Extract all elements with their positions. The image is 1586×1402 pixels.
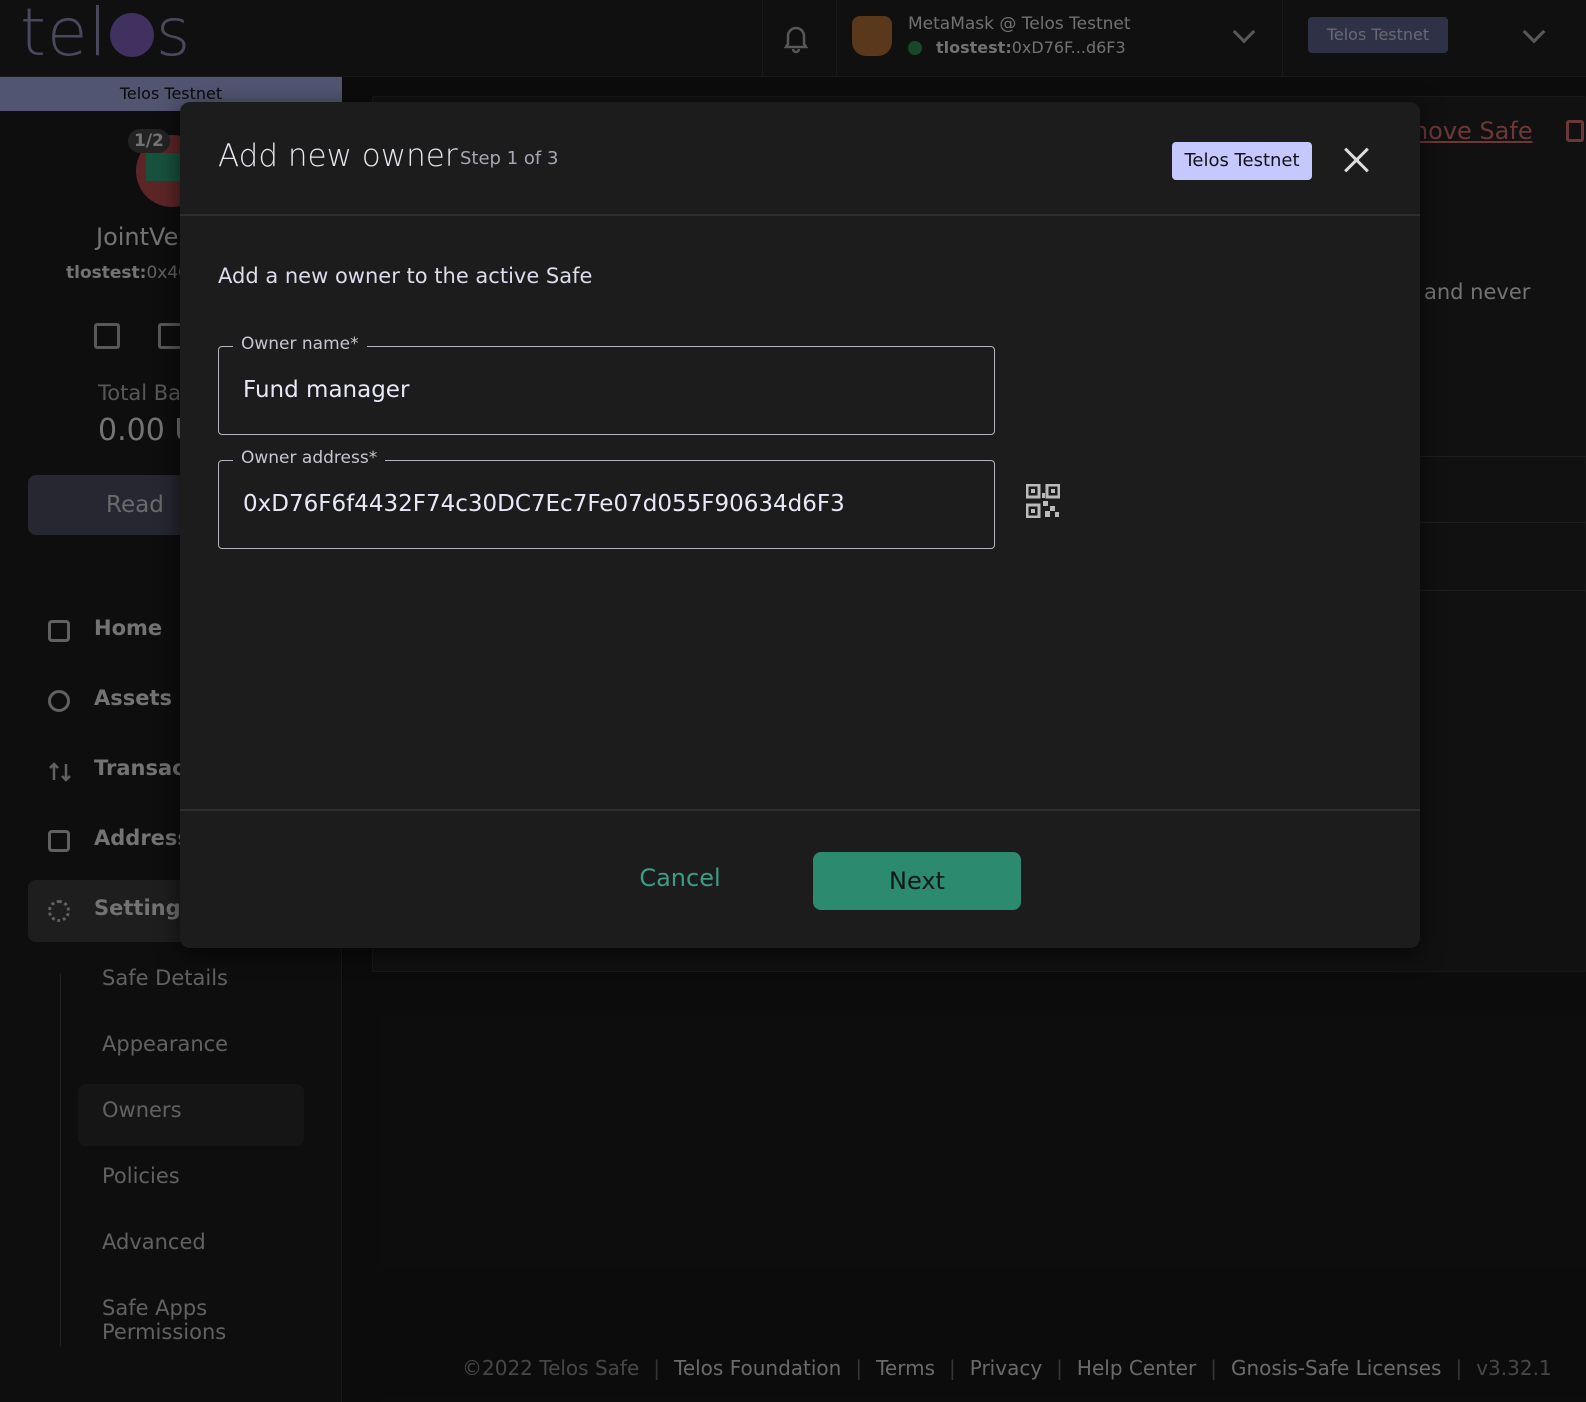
add-owner-modal: Add new owner Step 1 of 3 Telos Testnet … [180, 102, 1420, 948]
owner-name-label: Owner name* [233, 334, 367, 354]
owner-name-field: Owner name* [218, 334, 995, 435]
owner-address-input[interactable] [243, 487, 973, 521]
owner-name-input[interactable] [243, 373, 973, 407]
cancel-button[interactable]: Cancel [618, 850, 742, 906]
network-chip: Telos Testnet [1172, 142, 1312, 180]
modal-step: Step 1 of 3 [460, 148, 559, 169]
owner-address-label: Owner address* [233, 448, 386, 468]
modal-title: Add new owner [218, 138, 458, 174]
qr-scan-icon[interactable] [1025, 483, 1061, 519]
modal-header-divider [180, 214, 1420, 216]
close-icon[interactable] [1338, 142, 1374, 178]
next-button[interactable]: Next [813, 852, 1021, 910]
owner-address-field: Owner address* [218, 448, 995, 549]
modal-footer-divider [180, 809, 1420, 811]
modal-description: Add a new owner to the active Safe [218, 264, 593, 288]
